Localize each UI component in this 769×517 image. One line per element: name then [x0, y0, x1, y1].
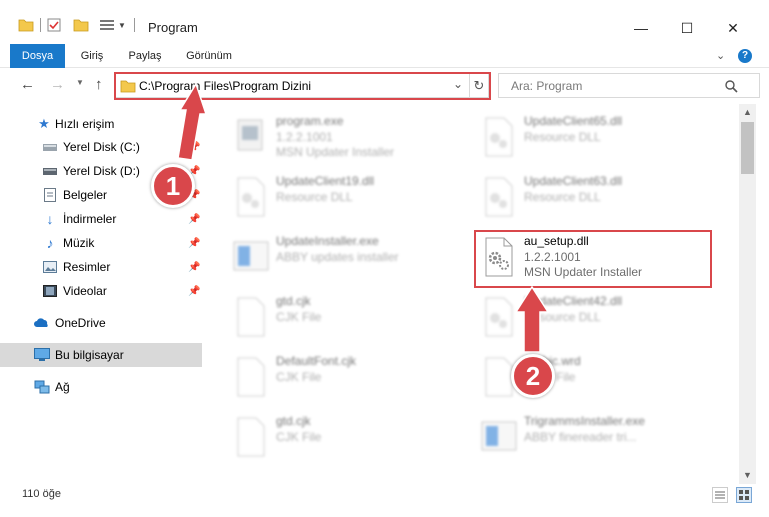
step-badge-1: 1 [151, 164, 195, 208]
arrow-1-icon [177, 82, 208, 161]
step-badge-2: 2 [511, 354, 555, 398]
arrow-2-icon [514, 285, 550, 353]
details-view-icon[interactable] [712, 487, 728, 503]
large-icons-view-icon[interactable] [736, 487, 752, 503]
annotation-arrows [177, 82, 550, 353]
status-bar: 110 öğe [0, 484, 769, 506]
item-count: 110 öğe [22, 488, 61, 500]
